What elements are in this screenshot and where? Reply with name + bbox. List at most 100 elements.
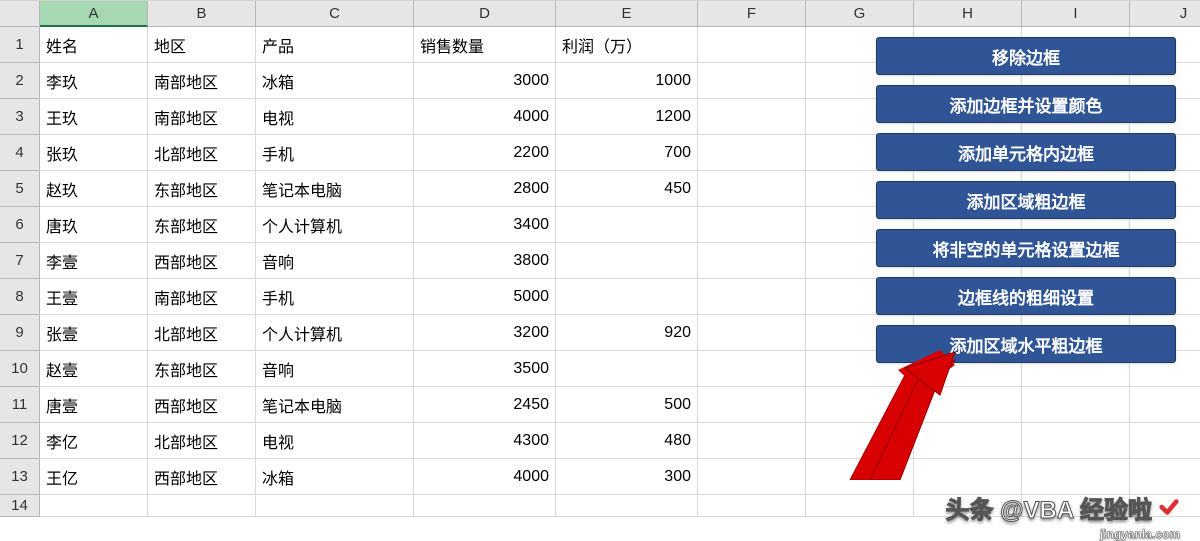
data-cell[interactable] [1022, 423, 1130, 459]
column-header-E[interactable]: E [556, 1, 698, 27]
data-cell[interactable] [556, 351, 698, 387]
data-cell[interactable]: 4300 [414, 423, 556, 459]
data-cell[interactable]: 480 [556, 423, 698, 459]
data-cell[interactable]: 李玖 [40, 63, 148, 99]
border-weight-button[interactable]: 边框线的粗细设置 [876, 277, 1176, 315]
data-cell[interactable] [556, 207, 698, 243]
data-cell[interactable]: 300 [556, 459, 698, 495]
data-cell[interactable]: 音响 [256, 243, 414, 279]
row-header-8[interactable]: 8 [0, 279, 40, 315]
data-cell[interactable]: 南部地区 [148, 63, 256, 99]
data-cell[interactable] [806, 387, 914, 423]
row-header-11[interactable]: 11 [0, 387, 40, 423]
column-header-G[interactable]: G [806, 1, 914, 27]
header-cell[interactable]: 销售数量 [414, 27, 556, 63]
data-cell[interactable]: 唐壹 [40, 387, 148, 423]
row-header-3[interactable]: 3 [0, 99, 40, 135]
select-all-corner[interactable] [0, 1, 40, 27]
data-cell[interactable]: 450 [556, 171, 698, 207]
data-cell[interactable] [698, 495, 806, 517]
data-cell[interactable]: 3500 [414, 351, 556, 387]
header-cell[interactable]: 地区 [148, 27, 256, 63]
data-cell[interactable]: 王玖 [40, 99, 148, 135]
row-header-9[interactable]: 9 [0, 315, 40, 351]
data-cell[interactable]: 个人计算机 [256, 315, 414, 351]
row-header-14[interactable]: 14 [0, 495, 40, 517]
data-cell[interactable] [414, 495, 556, 517]
data-cell[interactable]: 5000 [414, 279, 556, 315]
data-cell[interactable]: 4000 [414, 459, 556, 495]
data-cell[interactable]: 2450 [414, 387, 556, 423]
border-nonempty-button[interactable]: 将非空的单元格设置边框 [876, 229, 1176, 267]
add-inner-border-button[interactable]: 添加单元格内边框 [876, 133, 1176, 171]
data-cell[interactable]: 西部地区 [148, 387, 256, 423]
data-cell[interactable] [698, 423, 806, 459]
data-cell[interactable]: 北部地区 [148, 315, 256, 351]
data-cell[interactable]: 个人计算机 [256, 207, 414, 243]
data-cell[interactable] [698, 243, 806, 279]
row-header-6[interactable]: 6 [0, 207, 40, 243]
row-header-12[interactable]: 12 [0, 423, 40, 459]
data-cell[interactable]: 北部地区 [148, 423, 256, 459]
data-cell[interactable]: 1200 [556, 99, 698, 135]
header-cell[interactable] [698, 27, 806, 63]
data-cell[interactable]: 3000 [414, 63, 556, 99]
data-cell[interactable] [806, 495, 914, 517]
add-thick-range-border-button[interactable]: 添加区域粗边框 [876, 181, 1176, 219]
data-cell[interactable]: 李亿 [40, 423, 148, 459]
data-cell[interactable] [698, 135, 806, 171]
data-cell[interactable]: 1000 [556, 63, 698, 99]
data-cell[interactable] [914, 387, 1022, 423]
data-cell[interactable]: 李壹 [40, 243, 148, 279]
data-cell[interactable] [256, 495, 414, 517]
data-cell[interactable]: 4000 [414, 99, 556, 135]
data-cell[interactable]: 北部地区 [148, 135, 256, 171]
data-cell[interactable]: 赵玖 [40, 171, 148, 207]
data-cell[interactable] [698, 171, 806, 207]
row-header-4[interactable]: 4 [0, 135, 40, 171]
data-cell[interactable]: 2200 [414, 135, 556, 171]
column-header-H[interactable]: H [914, 1, 1022, 27]
data-cell[interactable]: 冰箱 [256, 63, 414, 99]
data-cell[interactable] [806, 459, 914, 495]
data-cell[interactable]: 手机 [256, 279, 414, 315]
data-cell[interactable] [148, 495, 256, 517]
data-cell[interactable]: 东部地区 [148, 171, 256, 207]
data-cell[interactable]: 张壹 [40, 315, 148, 351]
column-header-I[interactable]: I [1022, 1, 1130, 27]
data-cell[interactable]: 笔记本电脑 [256, 171, 414, 207]
remove-border-button[interactable]: 移除边框 [876, 37, 1176, 75]
data-cell[interactable] [914, 423, 1022, 459]
data-cell[interactable]: 南部地区 [148, 279, 256, 315]
data-cell[interactable]: 电视 [256, 423, 414, 459]
data-cell[interactable] [698, 459, 806, 495]
data-cell[interactable] [698, 351, 806, 387]
header-cell[interactable]: 产品 [256, 27, 414, 63]
data-cell[interactable]: 赵壹 [40, 351, 148, 387]
row-header-10[interactable]: 10 [0, 351, 40, 387]
data-cell[interactable]: 3800 [414, 243, 556, 279]
data-cell[interactable]: 音响 [256, 351, 414, 387]
data-cell[interactable] [698, 279, 806, 315]
add-border-color-button[interactable]: 添加边框并设置颜色 [876, 85, 1176, 123]
data-cell[interactable]: 王亿 [40, 459, 148, 495]
data-cell[interactable]: 700 [556, 135, 698, 171]
data-cell[interactable]: 王壹 [40, 279, 148, 315]
data-cell[interactable]: 2800 [414, 171, 556, 207]
row-header-13[interactable]: 13 [0, 459, 40, 495]
data-cell[interactable]: 3200 [414, 315, 556, 351]
column-header-D[interactable]: D [414, 1, 556, 27]
column-header-C[interactable]: C [256, 1, 414, 27]
data-cell[interactable] [556, 279, 698, 315]
data-cell[interactable] [698, 387, 806, 423]
data-cell[interactable]: 东部地区 [148, 351, 256, 387]
row-header-1[interactable]: 1 [0, 27, 40, 63]
data-cell[interactable] [1022, 387, 1130, 423]
row-header-5[interactable]: 5 [0, 171, 40, 207]
data-cell[interactable]: 500 [556, 387, 698, 423]
data-cell[interactable]: 唐玖 [40, 207, 148, 243]
data-cell[interactable]: 3400 [414, 207, 556, 243]
data-cell[interactable]: 冰箱 [256, 459, 414, 495]
data-cell[interactable]: 张玖 [40, 135, 148, 171]
data-cell[interactable]: 笔记本电脑 [256, 387, 414, 423]
